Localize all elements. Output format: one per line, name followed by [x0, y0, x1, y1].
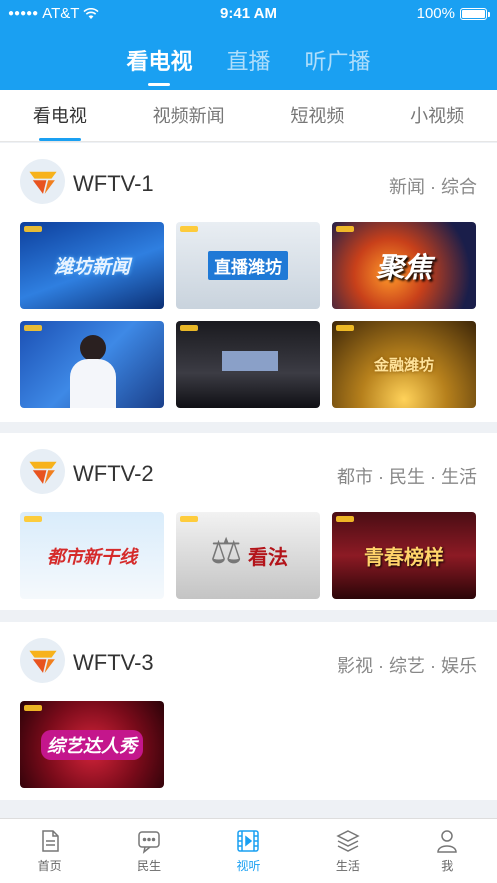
channel-tags: 都市 · 民生 · 生活 — [337, 467, 477, 487]
program-thumbnail[interactable]: 金融潍坊 — [332, 321, 476, 408]
studio-screen — [222, 351, 278, 371]
station-badge-icon — [24, 325, 42, 331]
program-thumbnail[interactable]: 聚焦 — [332, 222, 476, 309]
program-thumbnail[interactable]: 综艺达人秀 — [20, 701, 164, 788]
top-tab-bar: 看电视 直播 听广播 — [0, 44, 497, 86]
program-thumbnail[interactable]: 潍坊新闻 — [20, 222, 164, 309]
program-thumbnail[interactable]: 直播潍坊 — [176, 222, 320, 309]
top-tab-radio[interactable]: 听广播 — [305, 44, 371, 86]
document-icon — [41, 830, 59, 852]
app-header: ●●●●● AT&T 9:41 AM 100% 看电视 直播 听广播 — [0, 0, 497, 90]
wftv-logo-icon — [26, 644, 60, 678]
top-tab-live[interactable]: 直播 — [226, 44, 270, 86]
station-badge-icon — [24, 226, 42, 232]
channel-logo — [20, 449, 65, 494]
anchor-figure — [70, 359, 116, 408]
station-badge-icon — [24, 705, 42, 711]
bottom-tab-bar: 首页 民生 视听 生活 我 — [0, 818, 497, 883]
station-badge-icon — [336, 325, 354, 331]
station-badge-icon — [24, 516, 42, 522]
nav-media[interactable]: 视听 — [208, 819, 288, 874]
channel-logo — [20, 159, 65, 204]
channel-tags: 影视 · 综艺 · 娱乐 — [337, 656, 477, 676]
program-thumbnail[interactable]: 都市新干线 — [20, 512, 164, 599]
program-thumbnail[interactable] — [20, 321, 164, 408]
station-badge-icon — [336, 516, 354, 522]
scale-icon: ⚖ — [210, 530, 243, 571]
channel-section-wftv2: WFTV-2 都市 · 民生 · 生活 都市新干线 ⚖ 看法 青春榜样 — [0, 433, 497, 610]
sub-tab-short-video[interactable]: 短视频 — [286, 90, 348, 142]
battery-icon — [460, 7, 490, 20]
film-icon — [237, 830, 260, 852]
channel-title[interactable]: WFTV-2 — [73, 461, 154, 487]
nav-life[interactable]: 生活 — [308, 819, 388, 874]
wftv-logo-icon — [26, 455, 60, 489]
chat-icon — [138, 831, 160, 854]
nav-livelihood[interactable]: 民生 — [109, 819, 189, 874]
sub-tab-bar: 看电视 视频新闻 短视频 小视频 — [0, 90, 497, 142]
channel-logo — [20, 638, 65, 683]
top-tab-tv[interactable]: 看电视 — [126, 44, 192, 86]
channel-title[interactable]: WFTV-3 — [73, 650, 154, 676]
program-thumbnail[interactable] — [176, 321, 320, 408]
station-badge-icon — [336, 226, 354, 232]
channel-section-wftv1: WFTV-1 新闻 · 综合 潍坊新闻 直播潍坊 聚焦 金融潍坊 — [0, 143, 497, 422]
nav-home[interactable]: 首页 — [10, 819, 90, 874]
battery-label: 100% — [416, 5, 455, 22]
program-thumbnail[interactable]: 青春榜样 — [332, 512, 476, 599]
station-badge-icon — [180, 516, 198, 522]
sub-tab-mini-video[interactable]: 小视频 — [406, 90, 468, 142]
status-bar: ●●●●● AT&T 9:41 AM 100% — [0, 0, 497, 28]
sub-tab-video-news[interactable]: 视频新闻 — [149, 90, 229, 142]
channel-section-wftv3: WFTV-3 影视 · 综艺 · 娱乐 综艺达人秀 — [0, 622, 497, 800]
nav-me[interactable]: 我 — [407, 819, 487, 874]
sub-tab-tv[interactable]: 看电视 — [29, 90, 91, 142]
anchor-figure — [80, 335, 106, 361]
wftv-logo-icon — [26, 165, 60, 199]
channel-title[interactable]: WFTV-1 — [73, 171, 154, 197]
layers-icon — [336, 830, 360, 852]
station-badge-icon — [180, 325, 198, 331]
user-icon — [437, 830, 458, 853]
channel-tags: 新闻 · 综合 — [389, 177, 477, 197]
station-badge-icon — [180, 226, 198, 232]
program-thumbnail[interactable]: ⚖ 看法 — [176, 512, 320, 599]
